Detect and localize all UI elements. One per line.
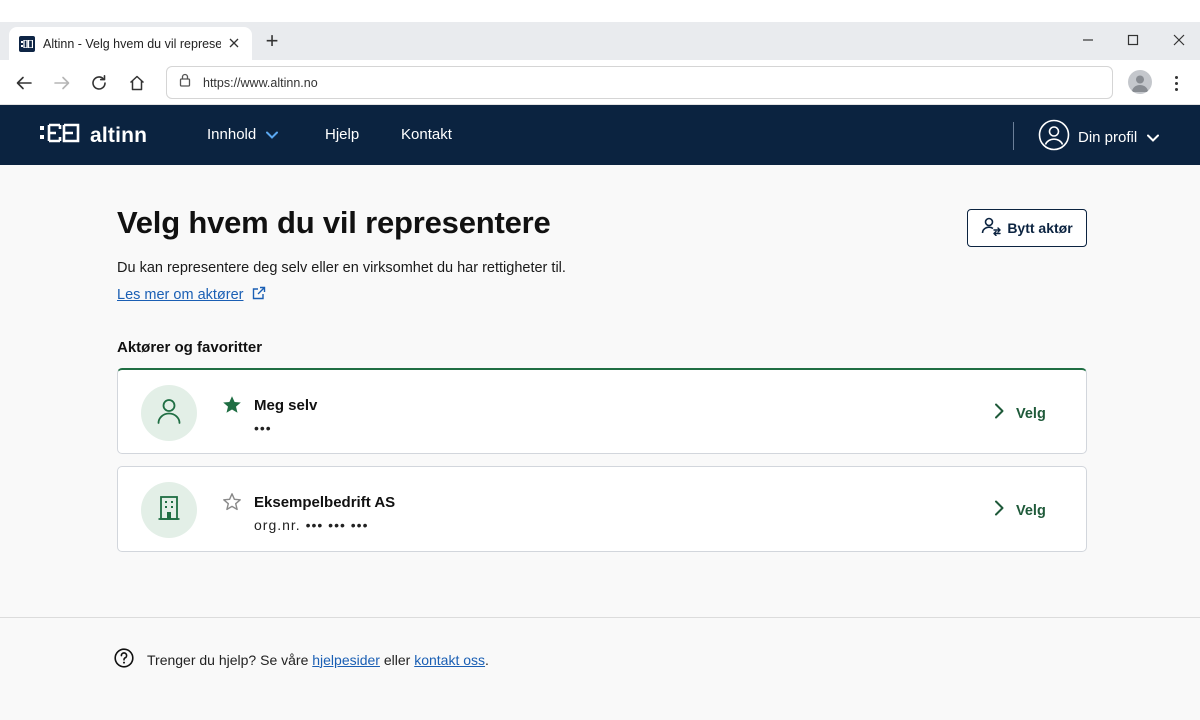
forward-arrow-icon[interactable] <box>49 70 75 96</box>
page-title: Velg hvem du vil representere <box>117 205 551 240</box>
actor-id-masked: ••• <box>254 420 272 436</box>
home-icon[interactable] <box>124 70 150 96</box>
switch-actor-label: Bytt aktør <box>1007 220 1073 236</box>
site-header: altinn Innhold Hjelp Kontakt Din profil <box>0 105 1200 165</box>
profile-avatar-icon <box>1038 119 1070 156</box>
switch-user-icon <box>981 216 1002 241</box>
logo-text: altinn <box>90 123 148 147</box>
tab-close-icon[interactable] <box>229 36 239 52</box>
chevron-right-icon <box>994 500 1004 521</box>
minimize-icon[interactable] <box>1077 30 1099 50</box>
browser-tabstrip: Altinn - Velg hvem du vil representere + <box>0 22 1200 60</box>
footer-suffix: . <box>485 651 489 668</box>
star-outline-icon[interactable] <box>222 492 242 512</box>
help-pages-link[interactable]: hjelpesider <box>312 652 380 668</box>
tab-title: Altinn - Velg hvem du vil representere <box>43 36 221 51</box>
main-content: Velg hvem du vil representere Bytt aktør… <box>0 165 1200 617</box>
footer-help: Trenger du hjelp? Se våre hjelpesider el… <box>114 648 489 671</box>
switch-actor-button[interactable]: Bytt aktør <box>967 209 1087 247</box>
actor-name: Eksempelbedrift AS <box>254 494 396 511</box>
address-bar[interactable]: https://www.altinn.no <box>166 66 1113 99</box>
learn-more-link[interactable]: Les mer om aktører <box>117 286 266 304</box>
nav-innhold-label: Innhold <box>207 126 257 143</box>
browser-tab[interactable]: Altinn - Velg hvem du vil representere <box>9 27 252 60</box>
actor-card-eksempelbedrift[interactable]: Eksempelbedrift AS org.nr. ••• ••• ••• V… <box>117 466 1087 552</box>
organization-avatar <box>141 482 197 538</box>
select-label: Velg <box>1016 502 1046 519</box>
external-link-icon <box>252 286 266 304</box>
reload-icon[interactable] <box>86 70 112 96</box>
chevron-right-icon <box>994 403 1004 424</box>
select-actor-button[interactable]: Velg <box>994 500 1046 521</box>
footer-prefix: Trenger du hjelp? Se våre <box>147 651 309 668</box>
star-filled-icon[interactable] <box>222 395 242 415</box>
section-heading: Aktører og favoritter <box>117 339 263 356</box>
footer-help-text: Trenger du hjelp? Se våre hjelpesider el… <box>147 652 489 668</box>
nav-kontakt[interactable]: Kontakt <box>401 126 452 143</box>
select-label: Velg <box>1016 405 1046 422</box>
lock-icon <box>179 73 191 92</box>
footer-middle: eller <box>383 651 411 668</box>
select-actor-button[interactable]: Velg <box>994 403 1046 424</box>
help-question-icon <box>114 648 134 671</box>
nav-hjelp[interactable]: Hjelp <box>325 126 359 143</box>
person-avatar <box>141 385 197 441</box>
back-arrow-icon[interactable] <box>11 70 37 96</box>
maximize-icon[interactable] <box>1122 30 1144 50</box>
altinn-logo[interactable]: altinn <box>40 123 147 148</box>
learn-more-label: Les mer om aktører <box>117 287 244 303</box>
person-icon <box>156 397 182 430</box>
profile-menu-button[interactable]: Din profil <box>1038 119 1160 156</box>
intro-text: Du kan representere deg selv eller en vi… <box>117 260 566 276</box>
actor-card-meg-selv[interactable]: Meg selv ••• Velg <box>117 368 1087 454</box>
new-tab-button[interactable]: + <box>262 30 282 52</box>
chevron-down-icon <box>1147 129 1160 147</box>
altinn-logo-icon <box>40 123 80 148</box>
chevron-down-icon <box>266 126 279 143</box>
profile-label: Din profil <box>1078 129 1138 146</box>
org-number-masked: org.nr. ••• ••• ••• <box>254 517 369 533</box>
contact-link[interactable]: kontakt oss <box>414 652 485 668</box>
browser-menu-icon[interactable] <box>1166 70 1186 96</box>
browser-toolbar: https://www.altinn.no <box>0 60 1200 105</box>
header-divider <box>1013 122 1014 150</box>
url-text: https://www.altinn.no <box>203 75 318 90</box>
close-window-icon[interactable] <box>1168 30 1190 50</box>
nav-innhold[interactable]: Innhold <box>207 126 279 143</box>
altinn-favicon-icon <box>19 35 35 52</box>
browser-profile-icon[interactable] <box>1128 70 1152 94</box>
actor-name: Meg selv <box>254 397 318 414</box>
footer: Trenger du hjelp? Se våre hjelpesider el… <box>0 617 1200 720</box>
building-icon <box>157 495 181 526</box>
